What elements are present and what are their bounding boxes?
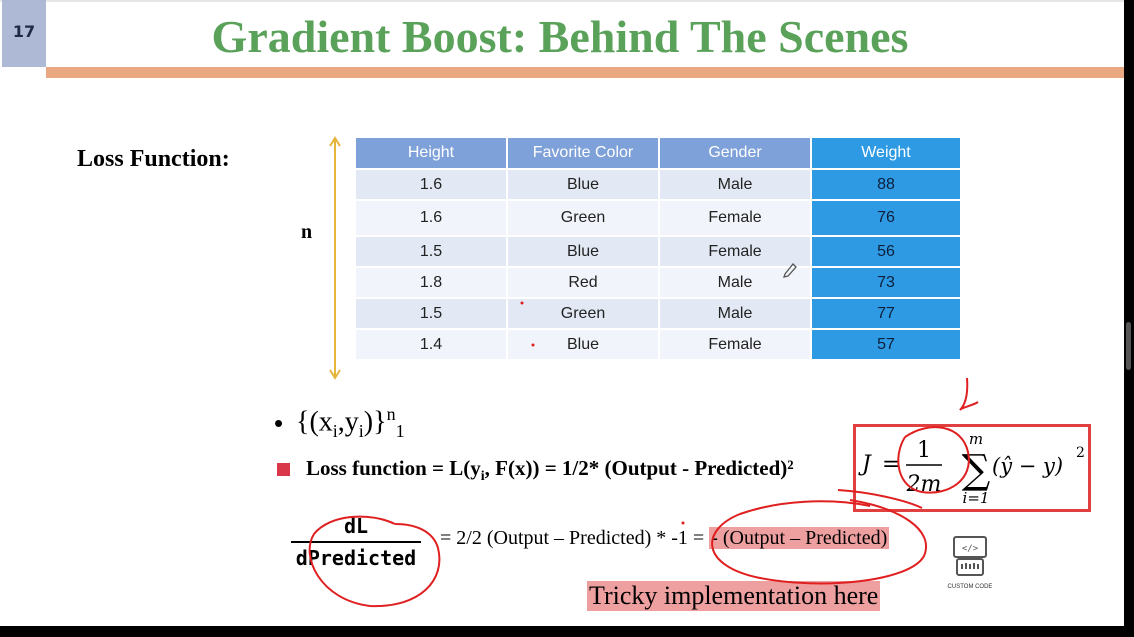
slide: 17 Gradient Boost: Behind The Scenes Los… (0, 0, 1124, 626)
table-header-row: Height Favorite Color Gender Weight (356, 138, 962, 168)
formula-j: J (858, 452, 872, 477)
scrollbar-thumb[interactable] (1126, 322, 1131, 370)
table-cell: 1.6 (356, 168, 508, 199)
column-header-weight: Weight (812, 138, 962, 168)
table-cell: 1.4 (356, 328, 508, 359)
cost-formula-box: J = 1 2m m ∑ i=1 (ŷ − y) 2 (853, 424, 1091, 512)
table-cell: Blue (508, 168, 660, 199)
formula-power: 2 (1076, 445, 1085, 461)
table-cell: Female (660, 328, 812, 359)
table-cell: 1.8 (356, 266, 508, 297)
table-row: 1.8 Red Male 73 (356, 266, 962, 297)
derivative-denominator: dPredicted (295, 546, 417, 570)
formula-numerator: 1 (917, 438, 931, 463)
formula-sum-top: m (969, 430, 983, 448)
n-label: n (301, 221, 313, 243)
svg-text:</>: </> (962, 544, 979, 554)
square-bullet-icon (277, 463, 290, 476)
derivative-fraction: dL dPredicted (291, 514, 421, 570)
set-notation: {(xi,yi)}n1 (296, 404, 405, 441)
table-cell: Male (660, 168, 812, 199)
table-cell: 88 (812, 168, 962, 199)
bullet-dot: • (274, 408, 284, 438)
derivative-highlight: - (Output – Predicted) (709, 527, 890, 549)
table-cell: 1.5 (356, 297, 508, 328)
column-header-height: Height (356, 138, 508, 168)
top-rule (0, 0, 1124, 2)
table-row: 1.6 Blue Male 88 (356, 168, 962, 199)
column-header-favorite-color: Favorite Color (508, 138, 660, 168)
formula-equals: = (882, 452, 900, 477)
custom-code-badge: </> CUSTOM CODE (940, 535, 1000, 590)
table-cell: 57 (812, 328, 962, 359)
title-underline-bar (46, 67, 1124, 78)
fraction-line (291, 541, 421, 543)
slide-number-box: 17 (2, 0, 46, 67)
column-header-gender: Gender (660, 138, 812, 168)
table-cell: 76 (812, 199, 962, 235)
table-cell: Male (660, 297, 812, 328)
table-row: 1.6 Green Female 76 (356, 199, 962, 235)
custom-code-label: CUSTOM CODE (947, 584, 993, 590)
custom-code-icon: </> (953, 536, 987, 576)
table-row: 1.5 Green Male 77 (356, 297, 962, 328)
table-row: 1.4 Blue Female 57 (356, 328, 962, 359)
table-cell: Blue (508, 328, 660, 359)
formula-sum-symbol: ∑ (962, 447, 991, 493)
table-cell: 77 (812, 297, 962, 328)
cost-formula: J = 1 2m m ∑ i=1 (ŷ − y) 2 (858, 430, 1085, 507)
table-cell: Red (508, 266, 660, 297)
table-cell: Female (660, 199, 812, 235)
slide-title: Gradient Boost: Behind The Scenes (211, 11, 909, 62)
table-cell: Female (660, 235, 812, 266)
formula-sum-bottom: i=1 (963, 489, 990, 507)
table-cell: Blue (508, 235, 660, 266)
table-cell: 1.6 (356, 199, 508, 235)
formula-denominator: 2m (906, 472, 942, 497)
loss-function-label: Loss Function: (77, 146, 230, 172)
slide-number: 17 (12, 22, 36, 41)
formula-body: (ŷ − y) (992, 454, 1063, 478)
table-cell: 56 (812, 235, 962, 266)
table-cell: Green (508, 199, 660, 235)
derivative-equation: = 2/2 (Output – Predicted) * -1 = - (Out… (440, 527, 890, 549)
tricky-implementation-note: Tricky implementation here (587, 581, 881, 611)
table-cell: 1.5 (356, 235, 508, 266)
table-row: 1.5 Blue Female 56 (356, 235, 962, 266)
table-cell: 73 (812, 266, 962, 297)
loss-function-formula: Loss function = L(yi, F(x)) = 1/2* (Outp… (306, 456, 794, 485)
table-cell: Green (508, 297, 660, 328)
derivative-numerator: dL (343, 514, 369, 538)
data-table: Height Favorite Color Gender Weight 1.6 … (356, 138, 962, 359)
table-cell: Male (660, 266, 812, 297)
double-arrow-icon (329, 136, 341, 380)
